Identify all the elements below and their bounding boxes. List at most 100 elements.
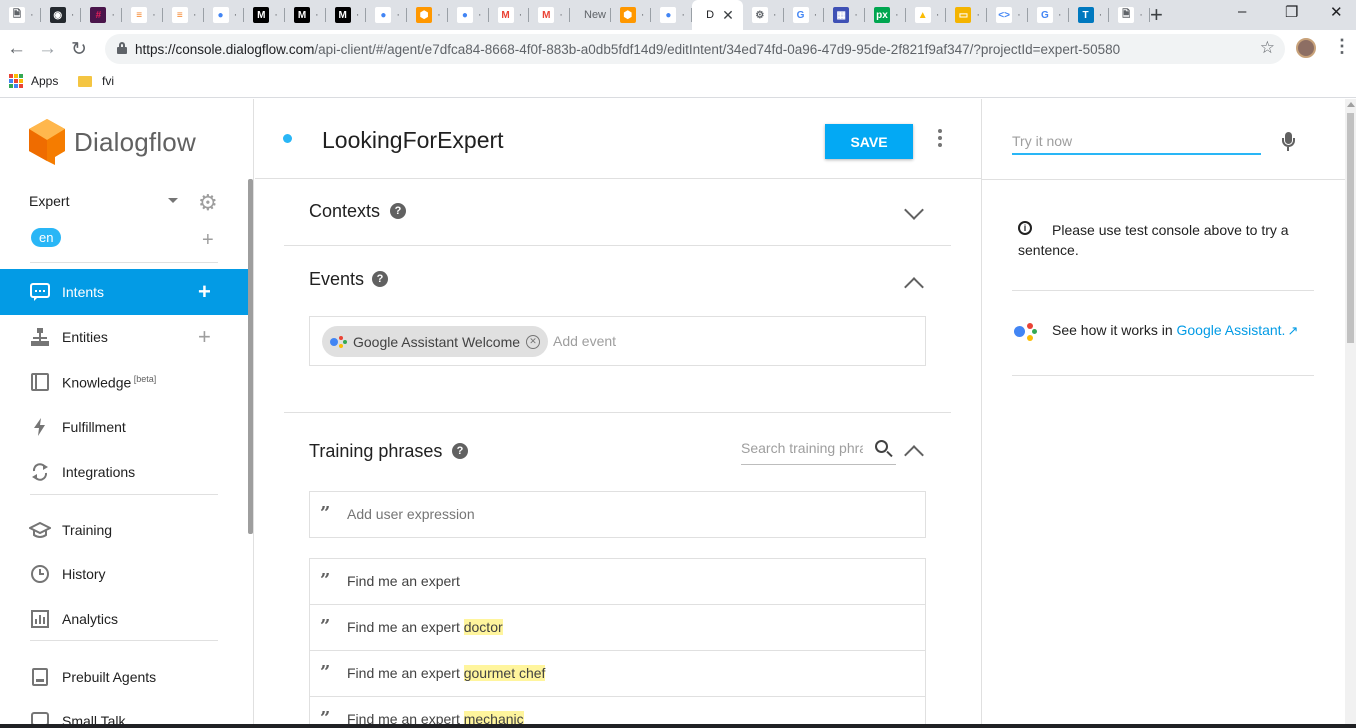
browser-tab[interactable]: ⚙ · (743, 0, 784, 30)
profile-avatar[interactable] (1296, 38, 1316, 58)
sidebar-item-intents[interactable]: Intents + (0, 269, 248, 315)
add-language-icon[interactable]: + (202, 229, 214, 252)
add-user-expression[interactable]: ” (309, 491, 926, 538)
training-phrase-row[interactable]: ” Find me an expert gourmet chef (310, 651, 925, 697)
event-chip[interactable]: Google Assistant Welcome ✕ (322, 326, 549, 357)
forward-icon[interactable]: → (38, 38, 57, 60)
sidebar-item-label: Prebuilt Agents (62, 669, 156, 685)
training-phrase-row[interactable]: ” Find me an expert doctor (310, 605, 925, 651)
browser-tab[interactable]: 🗎 · (0, 0, 41, 30)
add-event-input[interactable]: Add event (553, 333, 616, 349)
browser-tab[interactable]: M · (285, 0, 326, 30)
sidebar-item-history[interactable]: History (0, 551, 248, 597)
sidebar-item-training[interactable]: Training (0, 507, 248, 553)
training-phrase-text[interactable]: Find me an expert doctor (347, 619, 503, 635)
close-window-icon[interactable]: ✕ (1330, 3, 1343, 21)
browser-tab[interactable]: M · (489, 0, 530, 30)
google-assistant-link[interactable]: Google Assistant. (1177, 322, 1286, 338)
entity-annotation[interactable]: doctor (463, 619, 503, 635)
dialogflow-logo[interactable]: Dialogflow (28, 119, 196, 165)
contexts-title[interactable]: Contexts (309, 201, 380, 222)
browser-tab[interactable]: M · (529, 0, 570, 30)
sidebar-item-entities[interactable]: Entities + (0, 314, 248, 360)
add-entities-icon[interactable]: + (198, 324, 211, 350)
remove-chip-icon[interactable]: ✕ (526, 334, 541, 349)
chevron-down-icon[interactable] (168, 198, 178, 203)
restore-icon[interactable]: ❐ (1285, 3, 1298, 21)
help-icon[interactable]: ? (372, 271, 388, 287)
bookmark-star-icon[interactable]: ☆ (1260, 38, 1275, 58)
try-it-now-input[interactable] (1012, 133, 1252, 149)
bookmark-folder-fvi[interactable]: fvi (78, 74, 114, 88)
browser-tab[interactable]: ● · (204, 0, 245, 30)
close-tab-icon[interactable]: ✕ (722, 7, 734, 24)
sidebar-item-fulfillment[interactable]: Fulfillment (0, 404, 248, 450)
browser-tab[interactable]: ▲ · (906, 0, 947, 30)
help-icon[interactable]: ? (452, 443, 468, 459)
sidebar-item-analytics[interactable]: Analytics (0, 596, 248, 642)
browser-tab[interactable]: ⬢ · (611, 0, 652, 30)
browser-tab[interactable]: M · (244, 0, 285, 30)
language-chip[interactable]: en (31, 228, 62, 247)
more-options-icon[interactable] (938, 129, 944, 150)
browser-tab[interactable]: D ✕ (692, 0, 743, 30)
help-icon[interactable]: ? (390, 203, 406, 219)
training-phrase-text[interactable]: Find me an expert (347, 573, 460, 589)
search-training-input[interactable] (741, 440, 863, 456)
training-phrase-row[interactable]: ” Find me an expert (310, 559, 925, 605)
add-expression-input[interactable] (347, 506, 847, 522)
browser-tab[interactable]: ≡ · (163, 0, 204, 30)
browser-tab[interactable]: ▦ · (824, 0, 865, 30)
browser-tab[interactable]: 🗎 · (1109, 0, 1150, 30)
training-phrases-title[interactable]: Training phrases (309, 441, 442, 462)
browser-tab[interactable]: ● · (366, 0, 408, 30)
back-icon[interactable]: ← (7, 38, 26, 60)
quote-icon: ” (320, 616, 331, 637)
external-link-icon[interactable]: ↗ (1287, 323, 1298, 339)
sidebar-item-prebuilt-agents[interactable]: Prebuilt Agents (0, 654, 248, 700)
browser-tab[interactable]: ● · (651, 0, 693, 30)
entity-annotation[interactable]: gourmet chef (463, 665, 546, 681)
tab-title-truncated: · (192, 9, 197, 21)
browser-tab[interactable]: ▭ · (946, 0, 988, 30)
browser-tab[interactable]: M · (326, 0, 367, 30)
browser-tab[interactable]: ◉ · (41, 0, 82, 30)
bookmark-apps[interactable]: Apps (9, 74, 58, 88)
training-phrase-text[interactable]: Find me an expert gourmet chef (347, 665, 546, 681)
try-it-now-field[interactable] (1012, 133, 1261, 155)
browser-tab[interactable]: T · (1069, 0, 1110, 30)
address-bar[interactable]: https://console.dialogflow.com/api-clien… (105, 34, 1285, 64)
new-tab-icon[interactable]: + (1150, 2, 1163, 28)
chevron-up-icon[interactable] (904, 445, 924, 465)
browser-menu-icon[interactable]: ⋮ (1333, 36, 1351, 57)
browser-tab[interactable]: <> · (987, 0, 1028, 30)
chevron-up-icon[interactable] (904, 277, 924, 297)
browser-tab[interactable]: New (570, 0, 611, 30)
agent-selector[interactable]: Expert (29, 193, 69, 209)
gear-icon[interactable]: ⚙ (198, 190, 218, 216)
sidebar-item-knowledge[interactable]: Knowledge [beta] (0, 359, 248, 405)
minimize-icon[interactable]: – (1238, 3, 1246, 20)
scrollbar-thumb[interactable] (1347, 113, 1354, 343)
save-button[interactable]: SAVE (825, 124, 913, 159)
page-scrollbar[interactable] (1345, 99, 1356, 728)
microphone-icon[interactable] (1282, 132, 1295, 152)
sidebar-item-integrations[interactable]: Integrations (0, 449, 248, 495)
browser-tab[interactable]: G · (1028, 0, 1069, 30)
search-training-phrases[interactable] (741, 440, 896, 465)
browser-tab[interactable]: ● · (448, 0, 489, 30)
browser-tab[interactable]: px · (865, 0, 906, 30)
browser-tab[interactable]: ⬢ · (407, 0, 448, 30)
browser-tab[interactable]: G · (784, 0, 825, 30)
sidebar-scrollbar[interactable] (248, 179, 253, 534)
intent-name[interactable]: LookingForExpert (322, 127, 504, 154)
scroll-up-icon[interactable] (1347, 102, 1355, 107)
browser-tab[interactable]: # · (81, 0, 123, 30)
events-title[interactable]: Events (309, 269, 364, 290)
search-icon[interactable] (875, 440, 888, 453)
reload-icon[interactable]: ↻ (71, 38, 87, 61)
chevron-down-icon[interactable] (904, 200, 924, 220)
add-intents-icon[interactable]: + (198, 279, 211, 305)
events-field[interactable]: Google Assistant Welcome ✕ Add event (309, 316, 926, 366)
browser-tab[interactable]: ≡ · (122, 0, 163, 30)
